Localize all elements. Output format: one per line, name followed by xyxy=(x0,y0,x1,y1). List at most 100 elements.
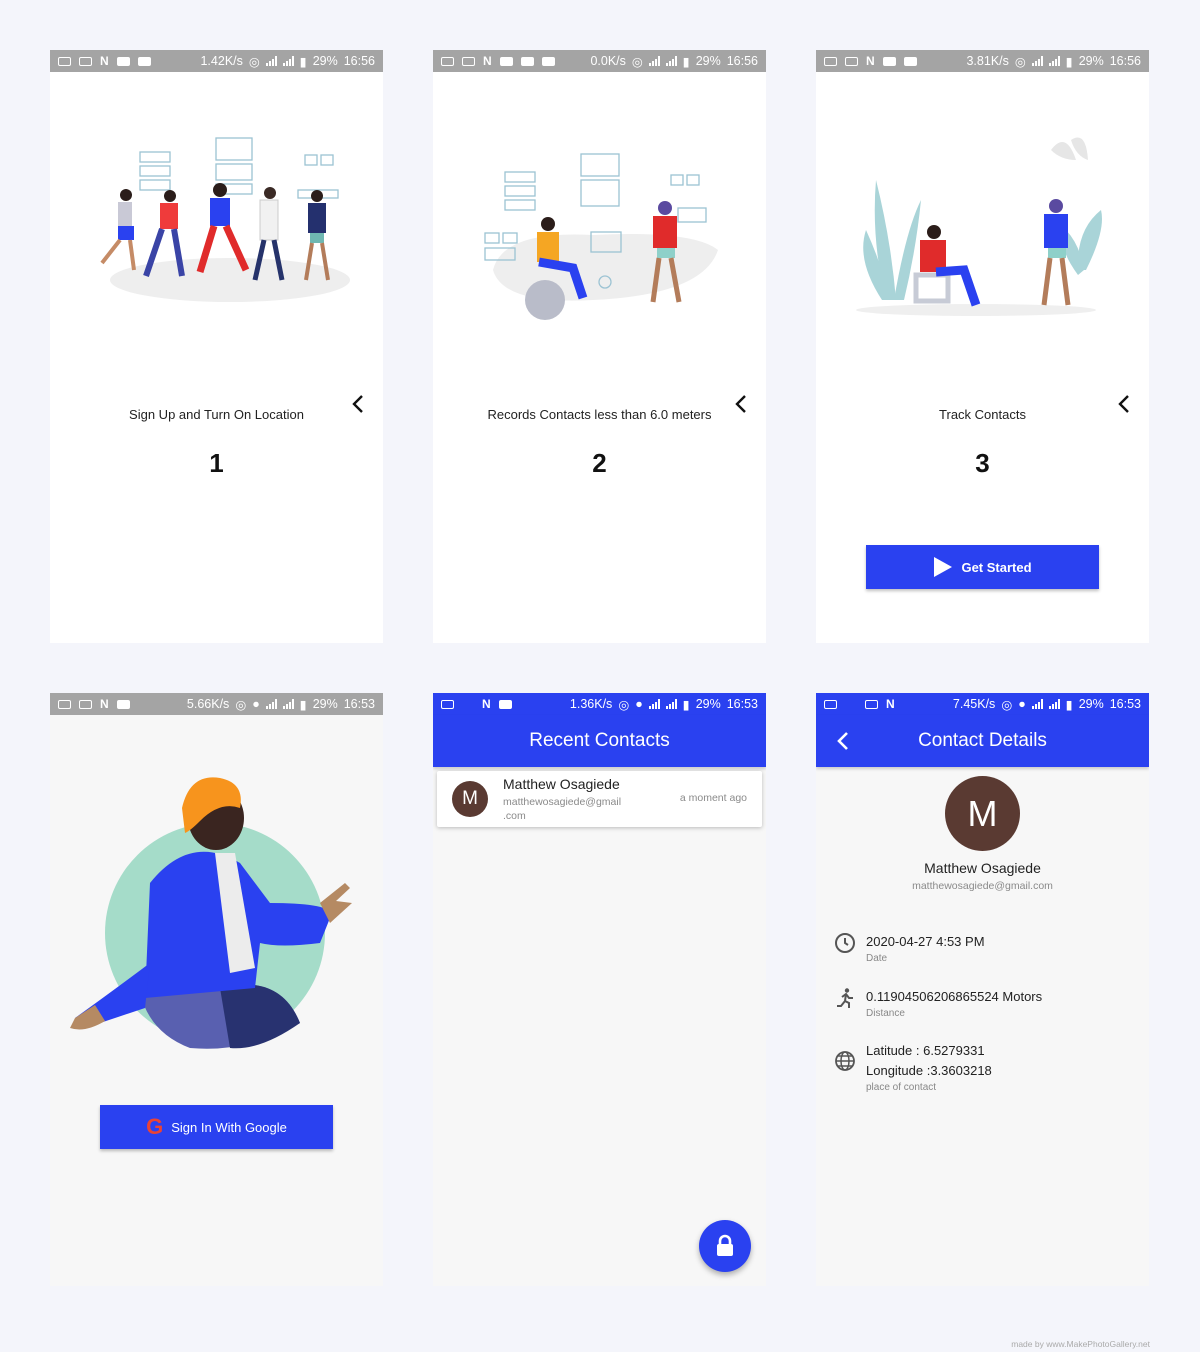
lock-icon xyxy=(717,1234,733,1256)
network-speed: 0.0K/s xyxy=(590,54,626,68)
chevron-left-icon[interactable] xyxy=(1117,394,1131,414)
onboarding-caption: Records Contacts less than 6.0 meters xyxy=(487,407,712,422)
wifi-icon: ◎ xyxy=(1001,697,1013,712)
contact-date: 2020-04-27 4:53 PM xyxy=(866,934,985,949)
battery-icon: ▮ xyxy=(299,54,307,69)
location-icon: ● xyxy=(252,697,260,711)
location-icon: ● xyxy=(635,697,643,711)
notification-icons: N xyxy=(441,54,555,68)
step-number: 3 xyxy=(975,448,990,478)
signal-icon xyxy=(282,699,294,709)
notification-icons: N xyxy=(58,697,130,711)
signal-icon xyxy=(282,56,294,66)
get-started-button[interactable]: Get Started xyxy=(866,545,1099,589)
play-icon xyxy=(934,557,953,577)
youtube-icon xyxy=(903,56,917,66)
contact-name: Matthew Osagiede xyxy=(503,776,620,792)
app-bar: Contact Details xyxy=(816,715,1149,767)
contact-list-item[interactable]: M Matthew Osagiede matthewosagiede@gmail… xyxy=(437,771,762,827)
clock-icon xyxy=(835,933,855,953)
youtube-icon xyxy=(499,56,513,66)
recent-contacts-screen: N 1.36K/s ◎ ● ▮ 29% 16:53 Recent Contact… xyxy=(433,693,766,1286)
globe-icon xyxy=(835,1051,855,1071)
image-icon xyxy=(79,56,92,66)
status-bar: N 5.66K/s ◎ ● ▮ 29% 16:53 xyxy=(50,693,383,715)
contact-distance: 0.11904506206865524 Motors xyxy=(866,989,1043,1004)
location-row: Latitude : 6.5279331 Longitude :3.360321… xyxy=(834,1041,992,1093)
n-icon: N xyxy=(100,54,109,68)
image-icon xyxy=(462,56,475,66)
onboarding-caption: Sign Up and Turn On Location xyxy=(129,407,304,422)
page-title: Contact Details xyxy=(918,730,1047,751)
signal-icon xyxy=(648,56,660,66)
status-bar: N 1.36K/s ◎ ● ▮ 29% 16:53 xyxy=(433,693,766,715)
step-number: 1 xyxy=(209,448,224,478)
people-walking-illustration xyxy=(100,137,350,302)
wifi-icon: ◎ xyxy=(248,54,260,69)
message-icon xyxy=(441,56,454,66)
battery-icon: ▮ xyxy=(682,54,690,69)
sign-in-screen: N 5.66K/s ◎ ● ▮ 29% 16:53 G Sign In With… xyxy=(50,693,383,1286)
man-turban-illustration xyxy=(70,777,352,1049)
back-arrow-icon[interactable] xyxy=(836,731,850,751)
contact-email: matthewosagiede@gmail.com xyxy=(912,880,1053,892)
battery-icon: ▮ xyxy=(1065,54,1073,69)
google-icon: G xyxy=(146,1114,164,1139)
date-row: 2020-04-27 4:53 PM Date xyxy=(834,932,985,964)
status-bar: N 7.45K/s ◎ ● ▮ 29% 16:53 xyxy=(816,693,1149,715)
battery-icon: ▮ xyxy=(682,697,690,712)
signal-icon xyxy=(665,56,677,66)
n-icon: N xyxy=(483,54,492,68)
wifi-icon: ◎ xyxy=(1014,54,1026,69)
n-icon: N xyxy=(866,54,875,68)
message-icon xyxy=(58,699,71,709)
notification-icons: N xyxy=(441,697,512,711)
battery-level: 29% xyxy=(695,54,721,68)
youtube-icon xyxy=(137,56,151,66)
clock: 16:53 xyxy=(343,697,375,711)
signal-icon xyxy=(665,699,677,709)
onboarding-screen-3: N 3.81K/s ◎ ▮ 29% 16:56 Track Contacts 3… xyxy=(816,50,1149,643)
battery-level: 29% xyxy=(1078,697,1104,711)
lock-fab-button[interactable] xyxy=(699,1220,751,1272)
onboarding-caption: Track Contacts xyxy=(939,407,1026,422)
status-bar: N 1.42K/s ◎ ▮ 29% 16:56 xyxy=(50,50,383,72)
network-speed: 1.42K/s xyxy=(200,54,243,68)
signal-icon xyxy=(265,699,277,709)
n-icon: N xyxy=(100,697,109,711)
message-icon xyxy=(824,56,837,66)
contact-email: matthewosagiede@gmail .com xyxy=(503,795,621,823)
google-sign-in-label: Sign In With Google xyxy=(171,1119,287,1135)
notification-icons: N xyxy=(824,697,895,711)
contact-details-screen: N 7.45K/s ◎ ● ▮ 29% 16:53 Contact Detail… xyxy=(816,693,1149,1286)
battery-icon: ▮ xyxy=(299,697,307,712)
contact-time: a moment ago xyxy=(679,792,747,804)
network-speed: 3.81K/s xyxy=(966,54,1009,68)
battery-level: 29% xyxy=(1078,54,1104,68)
n-icon: N xyxy=(886,697,895,711)
contact-longitude: Longitude :3.3603218 xyxy=(866,1063,992,1078)
contact-latitude: Latitude : 6.5279331 xyxy=(866,1043,985,1058)
page-title: Recent Contacts xyxy=(529,730,670,751)
notification-icons: N xyxy=(824,54,917,68)
date-label: Date xyxy=(866,953,888,964)
avatar-initial: M xyxy=(967,792,998,834)
image-icon xyxy=(79,699,92,709)
clock: 16:53 xyxy=(726,697,758,711)
signal-icon xyxy=(265,56,277,66)
chevron-left-icon[interactable] xyxy=(734,394,748,414)
youtube-icon xyxy=(498,699,512,709)
status-bar: N 0.0K/s ◎ ▮ 29% 16:56 xyxy=(433,50,766,72)
image-icon xyxy=(845,56,858,66)
signal-icon xyxy=(1048,56,1060,66)
youtube-icon xyxy=(541,56,555,66)
avatar-initial: M xyxy=(462,788,478,809)
people-talking-illustration xyxy=(484,153,718,320)
message-icon xyxy=(824,699,837,709)
app-bar: Recent Contacts xyxy=(433,715,766,767)
google-sign-in-button[interactable]: G Sign In With Google xyxy=(100,1105,333,1149)
credit-watermark: made by www.MakePhotoGallery.net xyxy=(1011,1339,1150,1349)
clock: 16:56 xyxy=(1109,54,1141,68)
chevron-left-icon[interactable] xyxy=(351,394,365,414)
n-icon: N xyxy=(482,697,491,711)
